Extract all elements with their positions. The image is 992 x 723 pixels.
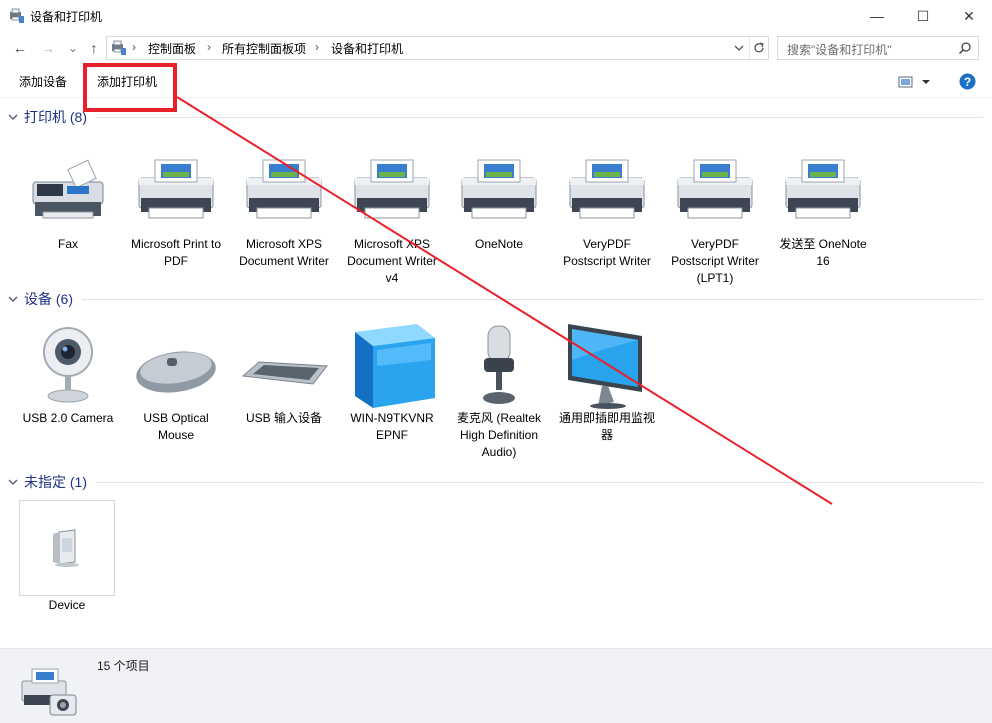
device-label: Fax (57, 237, 78, 251)
devices-printers-app-icon (10, 8, 24, 23)
search-icon[interactable] (958, 41, 972, 55)
chevron-down-icon (8, 296, 18, 302)
webcam-icon (43, 327, 93, 403)
device-label: WIN-N9TKVNR EPNF (350, 411, 434, 442)
device-item-verypdf-postscript-writer-lpt1[interactable]: VeryPDF Postscript Writer (LPT1) (665, 146, 765, 287)
keyboard-icon (241, 361, 328, 385)
group-header-unspecified[interactable]: 未指定 (1) (8, 471, 87, 493)
window-title: 设备和打印机 (30, 10, 103, 24)
address-bar[interactable]: › 控制面板 › 所有控制面板项 › 设备和打印机 (106, 36, 769, 60)
printer-icon (785, 159, 861, 219)
group-divider (82, 299, 983, 300)
minimize-icon: — (870, 8, 884, 24)
mouse-icon (136, 351, 216, 393)
back-arrow-icon: ← (13, 40, 27, 56)
devices-view: 打印机 (8) Fax Microsoft Print to PDF Micro… (0, 98, 992, 648)
breadcrumb-separator: › (315, 40, 319, 54)
close-button[interactable]: ✕ (946, 0, 992, 32)
group-divider (96, 482, 983, 483)
view-options-icon[interactable] (898, 75, 932, 89)
device-item-microsoft-print-to-pdf[interactable]: Microsoft Print to PDF (126, 146, 226, 270)
device-item-microsoft-xps-document-writer[interactable]: Microsoft XPS Document Writer (234, 146, 334, 270)
chevron-down-icon (8, 114, 18, 120)
printer-icon (138, 159, 214, 219)
forward-button[interactable]: → (38, 39, 58, 57)
microphone-icon (483, 325, 515, 404)
device-item-microphone[interactable]: 麦克风 (Realtek High Definition Audio) (449, 320, 549, 461)
group-title: 设备 (6) (24, 291, 73, 307)
device-label: USB Optical Mouse (143, 411, 209, 442)
breadcrumb-devices-printers[interactable]: 设备和打印机 (331, 40, 403, 57)
group-title: 打印机 (8) (24, 109, 87, 125)
device-item-send-to-onenote-16[interactable]: 发送至 OneNote 16 (773, 146, 873, 270)
device-item-usb-input-device[interactable]: USB 输入设备 (234, 320, 334, 427)
annotation-highlight-box (83, 63, 177, 112)
device-item-verypdf-postscript-writer[interactable]: VeryPDF Postscript Writer (557, 146, 657, 270)
group-title: 未指定 (1) (24, 474, 87, 490)
details-pane: 15 个项目 (0, 648, 992, 723)
device-item-microsoft-xps-document-writer-v4[interactable]: Microsoft XPS Document Writer v4 (342, 146, 442, 287)
breadcrumb-all-items[interactable]: 所有控制面板项 (222, 40, 306, 57)
device-label: Device (48, 598, 86, 612)
monitor-icon (568, 324, 642, 409)
help-icon[interactable]: ? (959, 73, 976, 90)
fax-icon (32, 159, 104, 219)
generic-device-icon (53, 529, 79, 567)
device-label: Microsoft XPS Document Writer v4 (347, 237, 437, 285)
device-label: Microsoft Print to PDF (130, 237, 222, 268)
device-label: USB 输入设备 (245, 411, 322, 425)
device-label: VeryPDF Postscript Writer (563, 237, 651, 268)
chevron-down-icon: ⌄ (67, 41, 79, 55)
printer-icon (677, 159, 753, 219)
device-item-pnp-monitor[interactable]: 通用即插即用监视器 (557, 320, 657, 444)
item-count: 15 个项目 (97, 659, 150, 673)
device-item-onenote[interactable]: OneNote (449, 146, 549, 253)
devices-printers-large-icon (21, 668, 77, 716)
device-label: Microsoft XPS Document Writer (239, 237, 329, 268)
group-divider (96, 117, 983, 118)
device-label: 麦克风 (Realtek High Definition Audio) (456, 411, 542, 459)
add-device-button[interactable]: 添加设备 (19, 73, 67, 90)
title-bar: 设备和打印机 — ☐ ✕ (0, 0, 992, 32)
address-dropdown-icon[interactable] (734, 43, 744, 53)
breadcrumb-separator: › (132, 40, 136, 54)
printer-icon (246, 159, 322, 219)
printer-icon (569, 159, 645, 219)
chevron-down-icon (8, 479, 18, 485)
device-item-usb-optical-mouse[interactable]: USB Optical Mouse (126, 320, 226, 444)
refresh-icon[interactable] (752, 41, 766, 55)
minimize-button[interactable]: — (854, 0, 900, 32)
search-placeholder: 搜索"设备和打印机" (787, 43, 892, 57)
group-header-printers[interactable]: 打印机 (8) (8, 106, 87, 128)
maximize-button[interactable]: ☐ (900, 0, 946, 32)
device-item-win-computer[interactable]: WIN-N9TKVNR EPNF (342, 320, 442, 444)
device-item-usb-camera[interactable]: USB 2.0 Camera (18, 320, 118, 427)
breadcrumb-separator: › (207, 40, 211, 54)
up-button[interactable]: ↑ (84, 39, 104, 57)
breadcrumb-control-panel[interactable]: 控制面板 (148, 40, 196, 57)
device-label: 通用即插即用监视器 (558, 411, 655, 442)
group-header-devices[interactable]: 设备 (6) (8, 288, 73, 310)
forward-arrow-icon: → (41, 40, 55, 56)
control-panel-icon (112, 40, 126, 55)
printer-icon (461, 159, 537, 219)
device-label: VeryPDF Postscript Writer (LPT1) (671, 237, 759, 285)
close-icon: ✕ (963, 7, 975, 24)
printer-icon (354, 159, 430, 219)
device-item-device[interactable]: Device (18, 500, 116, 614)
device-label: OneNote (474, 237, 524, 251)
device-label: USB 2.0 Camera (22, 411, 114, 425)
svg-text:?: ? (964, 75, 971, 89)
back-button[interactable]: ← (10, 39, 30, 57)
maximize-icon: ☐ (916, 7, 930, 24)
device-item-fax[interactable]: Fax (18, 146, 118, 253)
computer-cube-icon (355, 324, 435, 408)
up-arrow-icon: ↑ (90, 40, 98, 56)
recent-locations-button[interactable]: ⌄ (63, 39, 83, 57)
device-label: 发送至 OneNote 16 (779, 237, 867, 268)
search-box[interactable]: 搜索"设备和打印机" (777, 36, 979, 60)
device-tile (19, 500, 115, 596)
